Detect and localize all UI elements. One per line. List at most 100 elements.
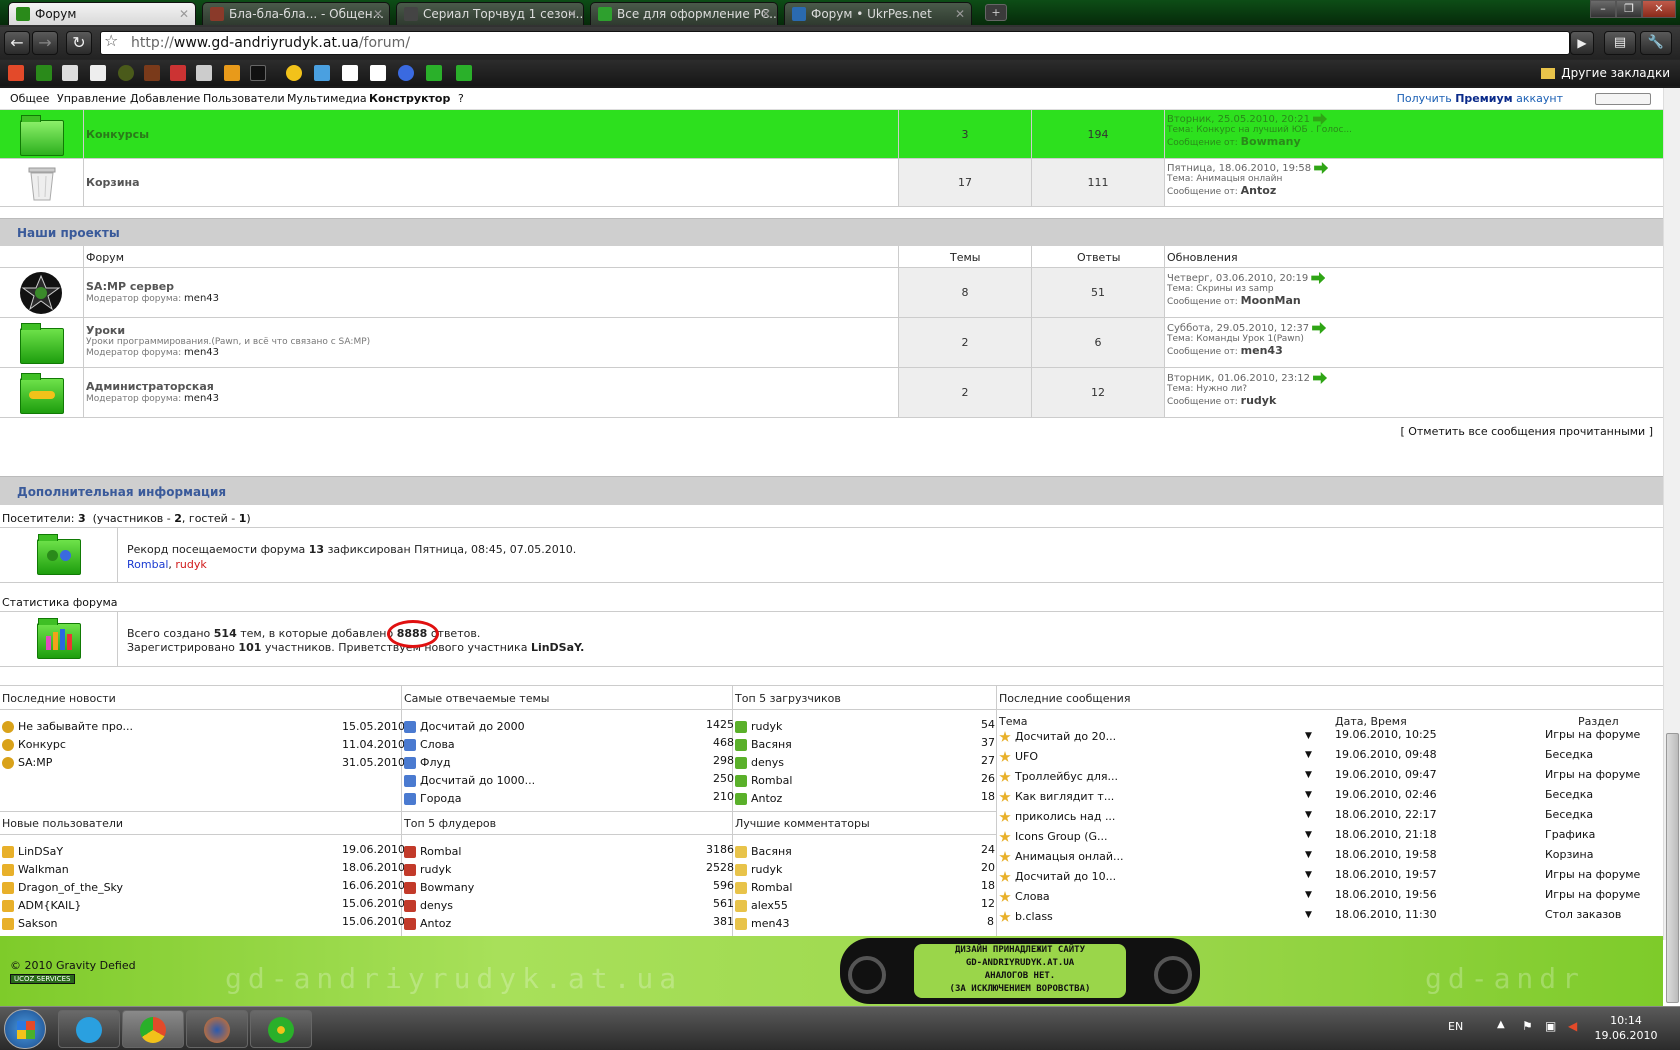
section-link[interactable]: Беседка	[1545, 808, 1593, 821]
volume-muted-icon[interactable]: ◀	[1568, 1019, 1577, 1033]
bookmark-star-icon[interactable]: ☆	[104, 31, 118, 50]
list-item[interactable]: Досчитай до 1000...	[404, 774, 535, 787]
minimize-button[interactable]: –	[1590, 0, 1616, 18]
forum-title-link[interactable]: Корзина	[86, 176, 140, 189]
news-title[interactable]: Не забывайте про...	[18, 720, 133, 733]
tab-torchwood[interactable]: Сериал Торчвуд 1 сезон... ✕	[396, 2, 584, 25]
address-bar[interactable]: http://www.gd-andriyrudyk.at.ua/forum/	[100, 31, 1570, 55]
author-link[interactable]: men43	[1241, 344, 1283, 357]
author-link[interactable]: Bowmany	[1241, 135, 1301, 148]
list-item[interactable]: denys	[404, 899, 453, 912]
user-link[interactable]: Rombal	[751, 881, 792, 894]
recent-topic[interactable]: b.class	[999, 910, 1053, 923]
taskbar-skype[interactable]	[58, 1010, 120, 1048]
tray-expand-icon[interactable]: ▲	[1497, 1019, 1505, 1030]
list-item[interactable]: rudyk	[735, 863, 782, 876]
close-tab-icon[interactable]: ✕	[955, 3, 965, 25]
premium-link[interactable]: Получить Премиум аккаунт	[1397, 92, 1563, 105]
author-link[interactable]: rudyk	[1241, 394, 1277, 407]
list-item[interactable]: men43	[735, 917, 789, 930]
author-link[interactable]: MoonMan	[1241, 294, 1301, 307]
dropdown-arrow-icon[interactable]: ▼	[1305, 830, 1312, 840]
recent-topic[interactable]: Анимацыя онлай...	[999, 850, 1124, 863]
bookmark-icon[interactable]	[456, 65, 472, 81]
back-button[interactable]: ←	[4, 31, 30, 55]
dropdown-arrow-icon[interactable]: ▼	[1305, 790, 1312, 800]
list-item[interactable]: Досчитай до 2000	[404, 720, 525, 733]
menu-multimedia[interactable]: Мультимедиа	[287, 92, 367, 105]
user-link[interactable]: alex55	[751, 899, 788, 912]
section-link[interactable]: Игры на форуме	[1545, 768, 1640, 781]
author-link[interactable]: Antoz	[1241, 184, 1277, 197]
list-item[interactable]: Конкурс	[2, 738, 66, 751]
menu-help[interactable]: ?	[458, 92, 464, 105]
bookmark-icon[interactable]	[314, 65, 330, 81]
user-link[interactable]: Antoz	[420, 917, 451, 930]
dropdown-arrow-icon[interactable]: ▼	[1305, 850, 1312, 860]
taskbar-firefox[interactable]	[186, 1010, 248, 1048]
menu-users[interactable]: Пользователи	[203, 92, 285, 105]
online-user-link[interactable]: rudyk	[175, 558, 206, 571]
list-item[interactable]: Antoz	[735, 792, 782, 805]
list-item[interactable]: rudyk	[404, 863, 451, 876]
list-item[interactable]: ADM{KAIL}	[2, 899, 81, 912]
clock[interactable]: 10:14 19.06.2010	[1586, 1013, 1666, 1043]
list-item[interactable]: Bowmany	[404, 881, 474, 894]
tab-pc-design[interactable]: Все для оформление PC... ✕	[590, 2, 778, 25]
recent-topic[interactable]: Как виглядит т...	[999, 790, 1114, 803]
list-item[interactable]: Rombal	[735, 774, 792, 787]
bookmark-icon[interactable]	[196, 65, 212, 81]
list-item[interactable]: denys	[735, 756, 784, 769]
go-button[interactable]: ▶	[1570, 31, 1594, 55]
topic-link[interactable]: Команды Урок 1(Pawn)	[1196, 334, 1304, 344]
wrench-menu-icon[interactable]: 🔧	[1640, 31, 1672, 55]
bookmark-icon[interactable]	[398, 65, 414, 81]
tab-ukrpes[interactable]: Форум • UkrPes.net ✕	[784, 2, 972, 25]
tab-forum[interactable]: Форум ✕	[8, 2, 196, 25]
bookmark-icon[interactable]	[170, 65, 186, 81]
recent-topic[interactable]: Досчитай до 10...	[999, 870, 1116, 883]
topic-link[interactable]: Флуд	[420, 756, 451, 769]
recent-topic[interactable]: Icons Group (G...	[999, 830, 1108, 843]
list-item[interactable]: Города	[404, 792, 462, 805]
topic-link[interactable]: Icons Group (G...	[1015, 830, 1108, 843]
close-window-button[interactable]: ✕	[1642, 0, 1676, 18]
close-tab-icon[interactable]: ✕	[373, 3, 383, 25]
bookmark-icon[interactable]	[342, 65, 358, 81]
topic-link[interactable]: Досчитай до 1000...	[420, 774, 535, 787]
section-link[interactable]: Графика	[1545, 828, 1595, 841]
online-user-link[interactable]: Rombal	[127, 558, 168, 571]
recent-topic[interactable]: UFO	[999, 750, 1038, 763]
topic-link[interactable]: Конкурс на лучший ЮБ . Голос...	[1196, 125, 1352, 135]
section-link[interactable]: Корзина	[1545, 848, 1593, 861]
page-menu-icon[interactable]: ▤	[1604, 31, 1636, 55]
go-to-post-icon[interactable]	[1313, 113, 1328, 125]
user-link[interactable]: denys	[420, 899, 453, 912]
user-link[interactable]: Rombal	[420, 845, 461, 858]
tab-bla[interactable]: Бла-бла-бла... - Общен... ✕	[202, 2, 390, 25]
forum-title-link[interactable]: SA:MP сервер	[86, 280, 219, 293]
language-indicator[interactable]: EN	[1448, 1020, 1463, 1033]
user-link[interactable]: Rombal	[751, 774, 792, 787]
user-link[interactable]: rudyk	[420, 863, 451, 876]
moderator-link[interactable]: men43	[184, 293, 219, 304]
user-link[interactable]: Antoz	[751, 792, 782, 805]
user-link[interactable]: rudyk	[751, 720, 782, 733]
vertical-scrollbar[interactable]	[1663, 88, 1680, 1003]
topic-link[interactable]: UFO	[1015, 750, 1038, 763]
topic-link[interactable]: Досчитай до 20...	[1015, 730, 1116, 743]
go-to-post-icon[interactable]	[1311, 272, 1326, 284]
ucoz-badge[interactable]: UCOZ SERVICES	[10, 974, 75, 984]
news-title[interactable]: Конкурс	[18, 738, 66, 751]
section-link[interactable]: Игры на форуме	[1545, 728, 1640, 741]
topic-link[interactable]: Досчитай до 10...	[1015, 870, 1116, 883]
list-item[interactable]: Rombal	[404, 845, 461, 858]
flag-icon[interactable]: ⚑	[1522, 1019, 1533, 1033]
recent-topic[interactable]: Слова	[999, 890, 1050, 903]
dropdown-arrow-icon[interactable]: ▼	[1305, 890, 1312, 900]
go-to-post-icon[interactable]	[1314, 162, 1329, 174]
forum-title-link[interactable]: Уроки	[86, 324, 370, 337]
dropdown-arrow-icon[interactable]: ▼	[1305, 731, 1312, 741]
bookmark-icon[interactable]	[8, 65, 24, 81]
topic-link[interactable]: Троллейбус для...	[1015, 770, 1118, 783]
